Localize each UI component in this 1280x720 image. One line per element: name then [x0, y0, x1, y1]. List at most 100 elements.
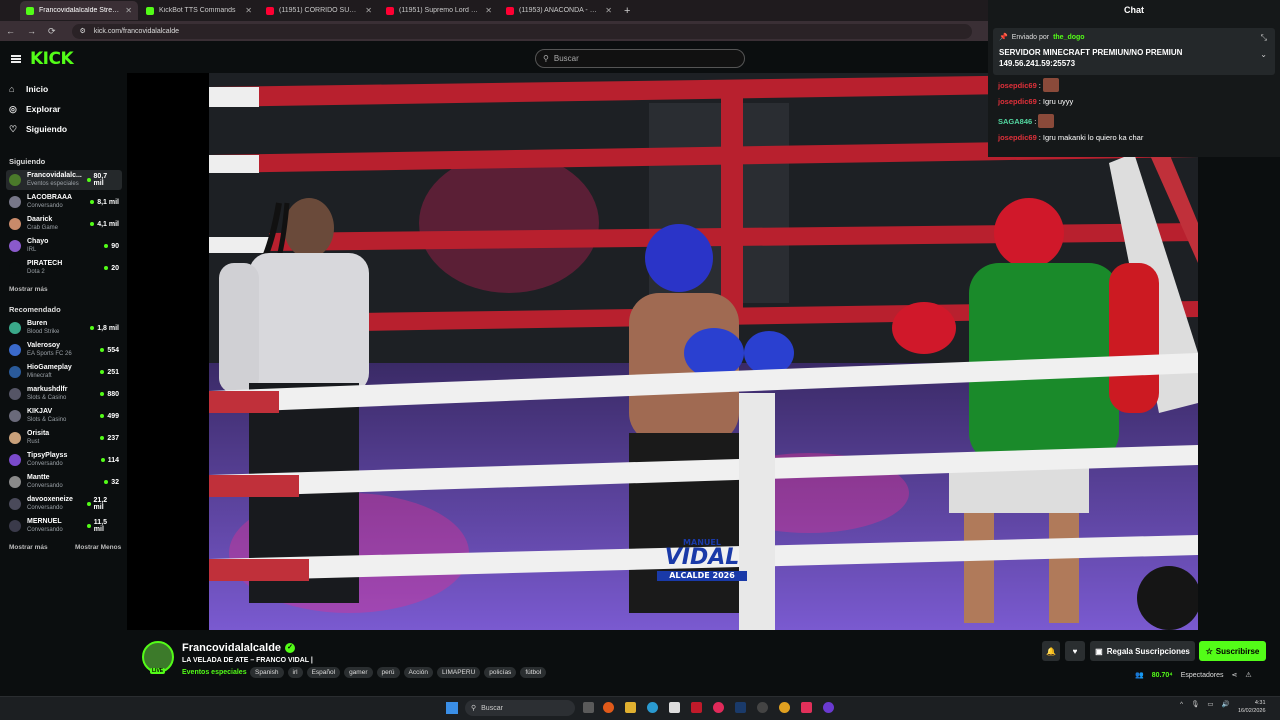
tiktok-icon[interactable] [801, 702, 812, 713]
site-info-icon[interactable]: ⚙ [80, 27, 86, 35]
chat-message: josepdic69: [998, 78, 1059, 92]
browser-tab[interactable]: (11951) CORRIDO SUPREMO - ✕ [260, 1, 378, 20]
chat-username[interactable]: josepdic69 [998, 81, 1037, 90]
sidebar-channel[interactable]: MERNUEL Conversando 11,5 mil [6, 516, 122, 536]
app-icon-2[interactable] [669, 702, 680, 713]
tag[interactable]: irl [287, 667, 303, 678]
app-icon-5[interactable] [757, 702, 768, 713]
browser-tab[interactable]: (11951) Supremo Lord Oficial ✕ [380, 1, 498, 20]
show-more-button[interactable]: Mostrar más [9, 544, 48, 551]
nav-inicio[interactable]: ⌂ Inicio [9, 84, 48, 94]
address-bar[interactable]: ⚙ kick.com/francovidalalcalde [71, 23, 972, 39]
browser-tab[interactable]: KickBot TTS Commands ✕ [140, 1, 258, 20]
file-explorer-icon[interactable] [625, 702, 636, 713]
channel-name: Daarick [27, 216, 53, 223]
app-icon-3[interactable] [691, 702, 702, 713]
sidebar-channel[interactable]: TipsyPlayss Conversando 114 [6, 450, 122, 470]
viewers-icon: 👥 [1135, 672, 1144, 679]
tag[interactable]: LIMAPERU [437, 667, 481, 678]
sidebar-channel[interactable]: Francovidalalc... Eventos especiales 80,7 … [6, 170, 122, 190]
sidebar-channel[interactable]: markushdlfr Slots & Casino 880 [6, 384, 122, 404]
viewer-count: 8,1 mil [90, 199, 119, 206]
sidebar-channel[interactable]: Orisita Rust 237 [6, 428, 122, 448]
tag[interactable]: Spanish [250, 667, 284, 678]
close-icon[interactable]: ✕ [245, 6, 252, 15]
report-icon[interactable]: ⚠ [1245, 671, 1251, 679]
new-tab-icon[interactable]: + [624, 5, 630, 17]
show-less-button[interactable]: Mostrar Menos [75, 544, 121, 551]
tag[interactable]: fútbol [520, 667, 547, 678]
sidebar-channel[interactable]: KIKJAV Slots & Casino 499 [6, 406, 122, 426]
close-icon[interactable]: ✕ [485, 6, 492, 15]
taskbar-clock[interactable]: 4:31 16/02/2026 [1238, 699, 1266, 715]
follow-button[interactable]: ♥ [1065, 641, 1085, 661]
edge-icon[interactable] [647, 702, 658, 713]
tag[interactable]: gamer [344, 667, 373, 678]
unpin-icon[interactable]: ⤡ [1261, 33, 1267, 43]
kick-logo[interactable]: KICK [30, 49, 74, 69]
close-icon[interactable]: ✕ [605, 6, 612, 15]
taskbar-search[interactable]: ⚲ Buscar [465, 700, 575, 716]
app-icon-1[interactable] [603, 702, 614, 713]
chat-username[interactable]: SAGA846 [998, 117, 1032, 126]
system-tray[interactable]: ^ 🎙 ▭ 🔊 [1180, 700, 1230, 709]
viewer-count-text: 4,1 mil [97, 220, 119, 228]
chat-message: josepdic69: Igru makanki lo quiero ka cha… [998, 133, 1143, 142]
sidebar-channel[interactable]: Mantte Conversando 32 [6, 472, 122, 492]
sidebar-channel[interactable]: Valerosoy EA Sports FC 26 554 [6, 340, 122, 360]
search-input[interactable]: ⚲ Buscar [535, 49, 745, 68]
nav-siguiendo[interactable]: ♡ Siguiendo [9, 124, 67, 134]
viewer-count-text: 499 [107, 412, 119, 420]
share-icon[interactable]: ⋖ [1232, 671, 1238, 679]
chevron-down-icon[interactable]: ⌄ [1260, 50, 1267, 59]
chevron-up-icon[interactable]: ^ [1180, 701, 1183, 708]
pinned-line2: 149.56.241.59:25573 [999, 59, 1076, 68]
chat-username[interactable]: josepdic69 [998, 133, 1037, 142]
volume-icon[interactable]: 🔊 [1221, 700, 1229, 708]
browser-tab[interactable]: (11953) ANACONDA - SUPREM ✕ [500, 1, 618, 20]
sidebar-channel[interactable]: PIRATECH Dota 2 20 [6, 258, 122, 278]
sidebar-channel[interactable]: davooxeneize Conversando 21,2 mil [6, 494, 122, 514]
browser-tab[interactable]: Francovidalalcalde Stream ✕ [20, 1, 138, 20]
close-icon[interactable]: ✕ [125, 6, 132, 15]
app-icon-6[interactable] [823, 702, 834, 713]
pinned-message[interactable]: 📌 Enviado por the_dogo SERVIDOR MINECRAF… [993, 28, 1275, 75]
tag[interactable]: Español [306, 667, 341, 678]
pinned-user[interactable]: the_dogo [1053, 34, 1085, 41]
channel-meta: Daarick Crab Game [27, 215, 87, 233]
tag[interactable]: Acción [403, 667, 434, 678]
task-view-icon[interactable] [583, 702, 594, 713]
app-icon-4[interactable] [713, 702, 724, 713]
channel-name[interactable]: Francovidalalcalde [182, 642, 281, 654]
channel-meta: markushdlfr Slots & Casino [27, 385, 87, 403]
viewer-count: 499 [100, 413, 119, 420]
tab-label: (11951) CORRIDO SUPREMO - [279, 7, 360, 14]
reload-icon[interactable]: ⟳ [48, 26, 56, 37]
tag[interactable]: perú [376, 667, 400, 678]
chat-username[interactable]: josepdic69 [998, 97, 1037, 106]
subscribe-button[interactable]: ☆ Suscribirse [1199, 641, 1266, 661]
back-icon[interactable]: ← [6, 26, 15, 36]
notification-button[interactable]: 🔔 [1042, 641, 1060, 661]
menu-icon[interactable] [11, 55, 21, 63]
avatar [9, 262, 21, 274]
show-more-following-button[interactable]: Mostrar más [9, 286, 48, 293]
close-icon[interactable]: ✕ [365, 6, 372, 15]
forward-icon[interactable]: → [27, 26, 36, 36]
tag[interactable]: policías [484, 667, 517, 678]
gift-subs-button[interactable]: ▣ Regala Suscripciones [1090, 641, 1195, 661]
windows-start-icon[interactable] [446, 702, 458, 714]
nav-explorar[interactable]: ◎ Explorar [9, 104, 61, 114]
sidebar-channel[interactable]: HioGameplay Minecraft 251 [6, 362, 122, 382]
sidebar-channel[interactable]: LACOBRAAA Conversando 8,1 mil [6, 192, 122, 212]
viewer-count-text: 114 [107, 456, 119, 464]
sidebar-channel[interactable]: Chayo IRL 90 [6, 236, 122, 256]
category-link[interactable]: Eventos especiales [182, 669, 247, 676]
steam-icon[interactable] [735, 702, 746, 713]
channel-meta: Orisita Rust [27, 429, 87, 447]
mic-icon[interactable]: 🎙 [1191, 700, 1199, 708]
network-icon[interactable]: ▭ [1207, 700, 1213, 708]
sidebar-channel[interactable]: Daarick Crab Game 4,1 mil [6, 214, 122, 234]
sidebar-channel[interactable]: Buren Blood Strike 1,8 mil [6, 318, 122, 338]
chrome-icon[interactable] [779, 702, 790, 713]
